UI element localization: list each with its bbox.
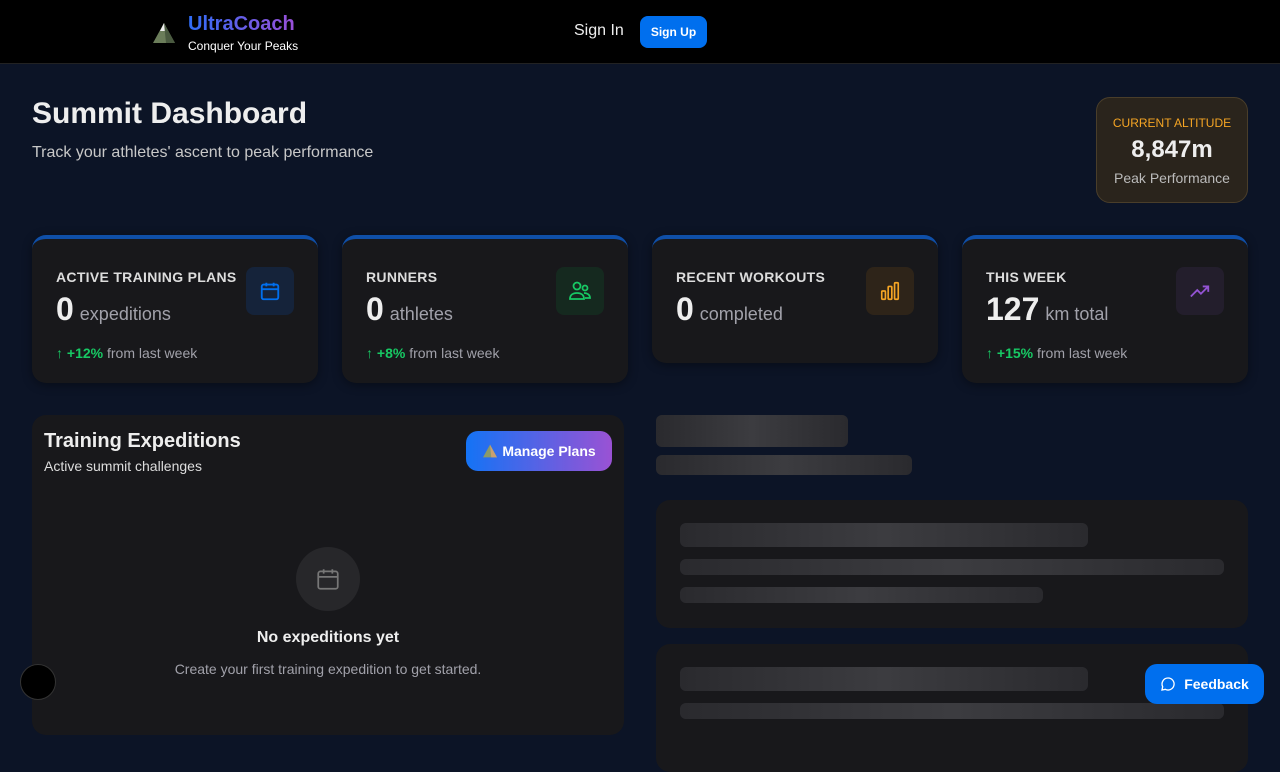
users-icon <box>556 267 604 315</box>
trending-up-icon <box>1176 267 1224 315</box>
stat-trend: ↑ +12% from last week <box>56 345 198 361</box>
stat-title: ACTIVE TRAINING PLANS <box>56 269 237 285</box>
altitude-caption: Peak Performance <box>1114 170 1230 186</box>
skeleton-title <box>656 415 848 447</box>
mountain-logo-icon <box>153 23 175 43</box>
empty-state-description: Create your first training expedition to… <box>174 661 482 677</box>
page-title: Summit Dashboard <box>32 97 308 130</box>
training-expeditions-panel: Training Expeditions Active summit chall… <box>32 415 624 735</box>
sign-up-button[interactable]: Sign Up <box>640 16 707 48</box>
stat-title: THIS WEEK <box>986 269 1067 285</box>
calendar-icon <box>246 267 294 315</box>
stat-value: 0 expeditions <box>56 291 171 327</box>
altitude-label: CURRENT ALTITUDE <box>1112 116 1232 130</box>
mountain-icon <box>483 444 498 458</box>
stat-title: RUNNERS <box>366 269 438 285</box>
stat-value: 0 completed <box>676 291 783 327</box>
brand-tagline: Conquer Your Peaks <box>188 39 299 53</box>
bar-chart-icon <box>866 267 914 315</box>
top-nav: UltraCoach Conquer Your Peaks Sign In Si… <box>0 0 1280 64</box>
empty-state-title: No expeditions yet <box>256 629 400 646</box>
calendar-icon <box>296 547 360 611</box>
page-subtitle: Track your athletes' ascent to peak perf… <box>32 144 374 161</box>
panel-subtitle: Active summit challenges <box>44 458 202 474</box>
stat-value: 127 km total <box>986 291 1109 327</box>
stat-trend: ↑ +8% from last week <box>366 345 500 361</box>
stat-card-this-week: THIS WEEK 127 km total ↑ +15% from last w… <box>962 235 1248 383</box>
skeleton-card <box>656 500 1248 628</box>
stat-card-runners: RUNNERS 0 athletes ↑ +8% from last week <box>342 235 628 383</box>
altitude-value: 8,847m <box>1131 136 1213 163</box>
sign-in-link[interactable]: Sign In <box>574 22 624 40</box>
current-altitude-badge: CURRENT ALTITUDE 8,847m Peak Performance <box>1096 97 1248 203</box>
dev-tools-button[interactable] <box>20 664 56 700</box>
chat-bubble-icon <box>1161 677 1175 691</box>
brand-name[interactable]: UltraCoach <box>188 13 295 36</box>
stat-card-active-plans: ACTIVE TRAINING PLANS 0 expeditions ↑ +12… <box>32 235 318 383</box>
skeleton-subtitle <box>656 455 912 475</box>
feedback-button[interactable]: Feedback <box>1145 664 1264 704</box>
manage-plans-button[interactable]: Manage Plans <box>466 431 612 471</box>
panel-title: Training Expeditions <box>44 430 241 452</box>
stat-card-recent-workouts: RECENT WORKOUTS 0 completed <box>652 235 938 363</box>
stat-title: RECENT WORKOUTS <box>676 269 826 285</box>
stat-trend: ↑ +15% from last week <box>986 345 1128 361</box>
stat-value: 0 athletes <box>366 291 453 327</box>
